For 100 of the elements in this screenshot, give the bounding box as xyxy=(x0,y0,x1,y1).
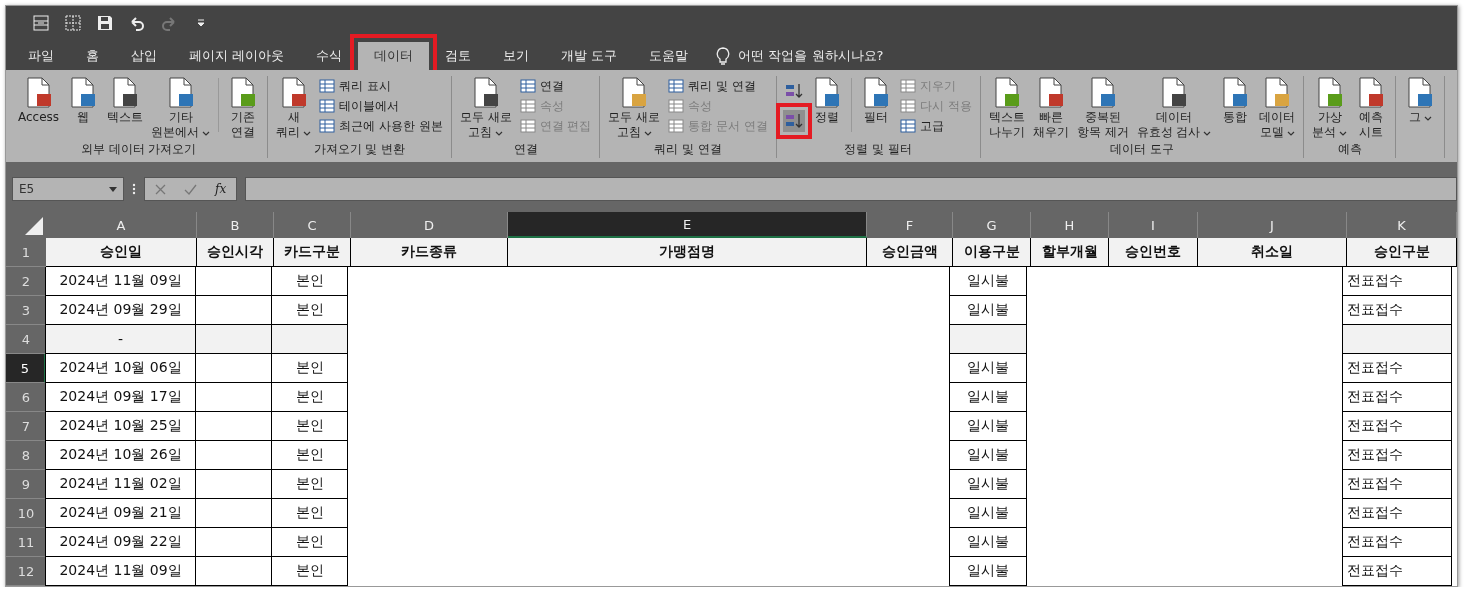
ribbon-button[interactable]: 기타 원본에서 xyxy=(149,76,213,140)
header-cell: 취소일 xyxy=(1198,238,1347,267)
column-header[interactable]: E xyxy=(508,212,867,238)
ribbon-small-button[interactable]: 고급 xyxy=(899,116,972,136)
formula-input[interactable] xyxy=(245,177,1457,201)
ribbon-button[interactable]: 모두 새로 고침 xyxy=(457,76,514,140)
table-cell: 전표접수 xyxy=(1342,528,1452,557)
column-header[interactable]: A xyxy=(46,212,197,238)
row-header[interactable]: 10 xyxy=(6,499,46,528)
sheet-icon[interactable] xyxy=(32,14,50,32)
ribbon-button[interactable]: 데이터 유효성 검사 xyxy=(1134,76,1214,140)
header-cell: 승인금액 xyxy=(867,238,953,267)
table-cell: 일시불 xyxy=(949,528,1027,557)
row-header[interactable]: 11 xyxy=(6,528,46,557)
table-icon xyxy=(668,78,685,94)
row-header[interactable]: 4 xyxy=(6,325,46,354)
table-icon xyxy=(668,118,685,134)
ribbon-tab[interactable]: 페이지 레이아웃 xyxy=(173,42,301,70)
ribbon-small-button[interactable]: 쿼리 표시 xyxy=(319,76,443,96)
table-cell: 전표접수 xyxy=(1342,267,1452,296)
ribbon-tab[interactable]: 홈 xyxy=(70,42,115,70)
select-all-icon[interactable] xyxy=(25,217,43,235)
ribbon-small-button[interactable]: 테이블에서 xyxy=(319,96,443,116)
table-cell: 전표접수 xyxy=(1342,383,1452,412)
insert-function-button[interactable]: fx xyxy=(215,182,227,196)
table-cell: 2024년 10월 26일 xyxy=(45,441,196,470)
ribbon-small-button[interactable]: 쿼리 및 연결 xyxy=(668,76,768,96)
ribbon-button[interactable]: 웹 xyxy=(65,76,102,140)
ribbon-button[interactable]: 데이터 모델 xyxy=(1257,76,1298,140)
sort-ascending-icon xyxy=(784,82,803,100)
name-box[interactable]: E5 xyxy=(12,177,124,201)
row-header[interactable]: 8 xyxy=(6,441,46,470)
dropdown-chevron-icon xyxy=(643,131,652,136)
column-header[interactable]: G xyxy=(953,212,1031,238)
row-header[interactable]: 2 xyxy=(6,267,46,296)
column-header[interactable]: B xyxy=(197,212,274,238)
table-icon xyxy=(319,118,336,134)
ribbon-tab[interactable]: 보기 xyxy=(487,42,546,70)
ribbon-button[interactable]: Access xyxy=(16,76,62,140)
table-icon xyxy=(668,98,685,114)
ribbon-button[interactable]: 예측 시트 xyxy=(1353,76,1390,140)
grid-icon[interactable] xyxy=(64,14,82,32)
column-header[interactable]: H xyxy=(1031,212,1109,238)
ribbon-button[interactable]: 기존 연결 xyxy=(225,76,262,140)
row-header[interactable]: 12 xyxy=(6,557,46,586)
ribbon-tab[interactable]: 삽입 xyxy=(115,42,173,70)
table-cell: 본인 xyxy=(271,412,348,441)
dropdown-chevron-icon xyxy=(1339,131,1348,136)
header-cell: 가맹점명 xyxy=(508,238,867,267)
ribbon-tab[interactable]: 검토 xyxy=(429,42,488,70)
column-header[interactable]: I xyxy=(1109,212,1198,238)
row-header[interactable]: 1 xyxy=(6,238,46,267)
dropdown-chevron-icon xyxy=(303,131,312,136)
table-cell: 일시불 xyxy=(949,383,1027,412)
column-header[interactable]: K xyxy=(1347,212,1457,238)
row-header[interactable]: 9 xyxy=(6,470,46,499)
header-cell: 승인번호 xyxy=(1109,238,1198,267)
dropdown-chevron-icon xyxy=(1203,131,1212,136)
ribbon-tab[interactable]: 개발 도구 xyxy=(545,42,634,70)
header-cell: 승인일 xyxy=(46,238,197,267)
table-cell: - xyxy=(45,325,196,354)
column-header[interactable]: F xyxy=(867,212,953,238)
ribbon-button[interactable]: 텍스트 xyxy=(105,76,146,140)
ribbon-button[interactable]: 그 xyxy=(1402,76,1439,140)
more-icon xyxy=(132,183,136,195)
ribbon-button[interactable]: 새 쿼리 xyxy=(274,76,314,140)
undo-icon[interactable] xyxy=(128,14,146,32)
ribbon-button[interactable]: 모두 새로 고침 xyxy=(606,76,663,140)
header-cell: 이용구분 xyxy=(953,238,1031,267)
dropdown-chevron-icon xyxy=(202,131,211,136)
table-cell: 전표접수 xyxy=(1342,499,1452,528)
ribbon-small-button[interactable]: 연결 xyxy=(519,76,592,96)
ribbon-button[interactable]: 가상 분석 xyxy=(1310,76,1350,140)
save-icon[interactable] xyxy=(96,14,114,32)
row-header[interactable]: 5 xyxy=(6,354,46,383)
ribbon-button[interactable]: 중복된 항목 제거 xyxy=(1074,76,1131,140)
table-cell: 2024년 09월 21일 xyxy=(45,499,196,528)
table-cell: 본인 xyxy=(271,383,348,412)
ribbon-small-button[interactable]: 최근에 사용한 원본 xyxy=(319,116,443,136)
ribbon-tab[interactable]: 수식 xyxy=(300,42,359,70)
group-label: 정렬 및 필터 xyxy=(843,141,914,158)
ribbon-tab[interactable]: 도움말 xyxy=(633,42,705,70)
group-label: 연결 xyxy=(512,141,539,158)
ribbon-tab[interactable]: 파일 xyxy=(12,42,70,70)
tell-me-field[interactable]: 어떤 작업을 원하시나요? xyxy=(738,47,884,65)
row-header[interactable]: 7 xyxy=(6,412,46,441)
table-cell: 본인 xyxy=(271,557,348,586)
row-header[interactable]: 6 xyxy=(6,383,46,412)
column-header[interactable]: C xyxy=(274,212,351,238)
row-header[interactable]: 3 xyxy=(6,296,46,325)
ribbon-button[interactable]: 정렬 xyxy=(808,76,845,140)
ribbon-button[interactable]: 텍스트 나누기 xyxy=(986,76,1027,140)
ribbon-button[interactable]: 필터 xyxy=(857,76,894,140)
table-cell: 전표접수 xyxy=(1342,441,1452,470)
table-cell: 일시불 xyxy=(949,557,1027,586)
ribbon-button[interactable]: 빠른 채우기 xyxy=(1030,76,1071,140)
column-header[interactable]: J xyxy=(1198,212,1347,238)
ribbon-button[interactable]: 통합 xyxy=(1217,76,1254,140)
table-cell: 본인 xyxy=(271,470,348,499)
column-header[interactable]: D xyxy=(351,212,508,238)
